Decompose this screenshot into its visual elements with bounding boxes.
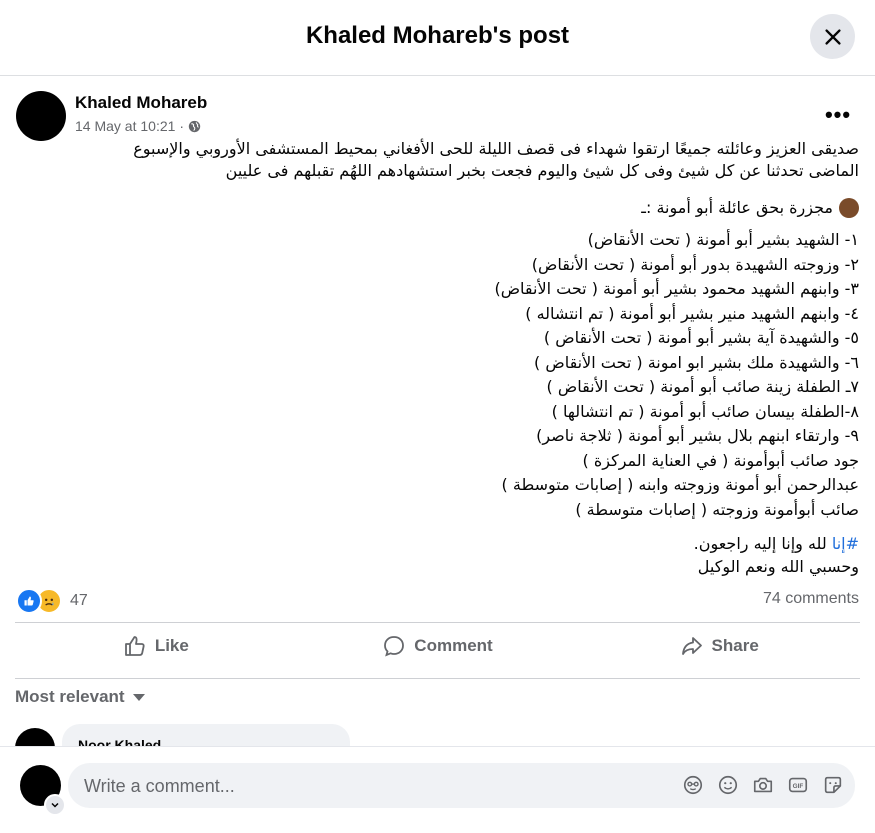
post-heading: مجزرة بحق عائلة أبو أمونة :ـ bbox=[9, 197, 859, 219]
list-item: جود صائب أبوأمونة ( في العناية المركزة ) bbox=[582, 450, 859, 470]
comment-input[interactable] bbox=[82, 763, 646, 810]
comment-sort-dropdown[interactable]: Most relevant bbox=[15, 687, 145, 707]
close-button[interactable] bbox=[810, 14, 855, 59]
list-item: ٨-الطفلة بيسان صائب أبو أمونة ( تم انتشا… bbox=[551, 401, 859, 421]
globe-icon bbox=[188, 120, 201, 132]
comment-button[interactable]: Comment bbox=[297, 624, 579, 668]
thumbs-up-icon bbox=[124, 636, 145, 656]
comment-input-box: GIF bbox=[68, 763, 855, 810]
gif-icon: GIF bbox=[788, 777, 808, 793]
share-arrow-icon bbox=[681, 637, 702, 655]
smiley-icon bbox=[718, 775, 738, 795]
sort-label: Most relevant bbox=[15, 687, 125, 706]
speech-bubble-icon bbox=[384, 636, 405, 657]
avatar-sticker-button[interactable] bbox=[681, 773, 705, 797]
list-item: ٥- والشهيدة آية بشير أبو أمونة ( تحت الأ… bbox=[543, 328, 859, 347]
closing-line: وحسبي الله ونعم الوكيل bbox=[697, 557, 859, 576]
meta-separator: · bbox=[179, 118, 185, 134]
author-name[interactable]: Khaled Mohareb bbox=[75, 93, 207, 113]
close-icon bbox=[824, 28, 841, 45]
hashtag-link[interactable]: #إنا bbox=[832, 534, 859, 553]
reaction-summary[interactable]: 47 bbox=[16, 588, 88, 614]
list-item: ٧ـ الطفلة زينة صائب أبو أمونة ( تحت الأن… bbox=[546, 377, 859, 396]
emoji-button[interactable] bbox=[716, 773, 740, 797]
avatar-sticker-icon bbox=[683, 775, 703, 795]
camera-icon bbox=[753, 777, 773, 793]
post-timestamp[interactable]: 14 May at 10:21 bbox=[75, 118, 175, 134]
list-item: ٦- والشهيدة ملك بشير ابو امونة ( تحت الأ… bbox=[534, 352, 859, 372]
post-intro: صديقى العزيز وعائلته جميعًا ارتقوا شهداء… bbox=[9, 138, 859, 182]
post-meta: 14 May at 10:21 · bbox=[75, 118, 201, 134]
like-button[interactable]: Like bbox=[15, 624, 297, 668]
list-item: عبدالرحمن أبو أمونة وزوجته وابنه ( إصابا… bbox=[501, 475, 859, 494]
dialog-header: Khaled Mohareb's post bbox=[0, 0, 875, 76]
like-label: Like bbox=[154, 636, 189, 655]
composer-tools: GIF bbox=[681, 773, 845, 797]
photo-button[interactable] bbox=[751, 773, 775, 797]
list-item: ٩- وارتقاء ابنهم بلال بشير أبو أمونة ( ث… bbox=[536, 426, 859, 445]
brown-circle-emoji-icon bbox=[839, 198, 859, 218]
like-reaction-icon bbox=[16, 588, 42, 614]
list-item: ٤- وابنهم الشهيد منير بشير أبو أمونة ( ت… bbox=[525, 303, 859, 323]
closing-line: #إنا لله وإنا إليه راجعون. bbox=[9, 532, 859, 555]
divider bbox=[15, 678, 860, 679]
author-avatar[interactable] bbox=[16, 91, 66, 141]
post-options-button[interactable]: ••• bbox=[823, 100, 853, 130]
closing-text: لله وإنا إليه راجعون. bbox=[693, 534, 832, 553]
list-item: ١- الشهيد بشير أبو أمونة ( تحت الأنقاض) bbox=[587, 230, 859, 249]
chevron-down-icon bbox=[51, 802, 59, 808]
comments-count-link[interactable]: 74 comments bbox=[763, 590, 859, 608]
divider bbox=[15, 622, 860, 623]
sticker-icon bbox=[824, 776, 842, 794]
list-item: ٢- وزوجته الشهيدة بدور أبو أمونة ( تحت ا… bbox=[531, 254, 859, 274]
reaction-count: 47 bbox=[70, 592, 88, 609]
comment-label: Comment bbox=[414, 636, 493, 655]
gif-button[interactable]: GIF bbox=[786, 773, 810, 797]
heading-text: مجزرة بحق عائلة أبو أمونة :ـ bbox=[641, 198, 833, 217]
caret-down-icon bbox=[132, 693, 145, 701]
sticker-button[interactable] bbox=[821, 773, 845, 797]
more-icon: ••• bbox=[824, 102, 852, 127]
intro-line: الماضى تحدثنا عن كل شيئ وفى كل شيئ واليو… bbox=[225, 161, 859, 180]
share-label: Share bbox=[711, 636, 759, 655]
list-item: ٣- وابنهم الشهيد محمود بشير أبو أمونة ( … bbox=[494, 279, 859, 298]
intro-line: صديقى العزيز وعائلته جميعًا ارتقوا شهداء… bbox=[133, 139, 859, 158]
casualty-list: ١- الشهيد بشير أبو أمونة ( تحت الأنقاض) … bbox=[9, 228, 859, 522]
list-item: صائب أبوأمونة وزوجته ( إصابات متوسطة ) bbox=[575, 499, 859, 519]
post-actions: Like Comment Share bbox=[15, 624, 860, 668]
post-closing: #إنا لله وإنا إليه راجعون. وحسبي الله ون… bbox=[9, 532, 859, 578]
svg-text:GIF: GIF bbox=[793, 783, 804, 790]
share-button[interactable]: Share bbox=[578, 624, 860, 668]
dialog-title: Khaled Mohareb's post bbox=[305, 22, 570, 49]
account-switch-badge[interactable] bbox=[44, 794, 66, 816]
